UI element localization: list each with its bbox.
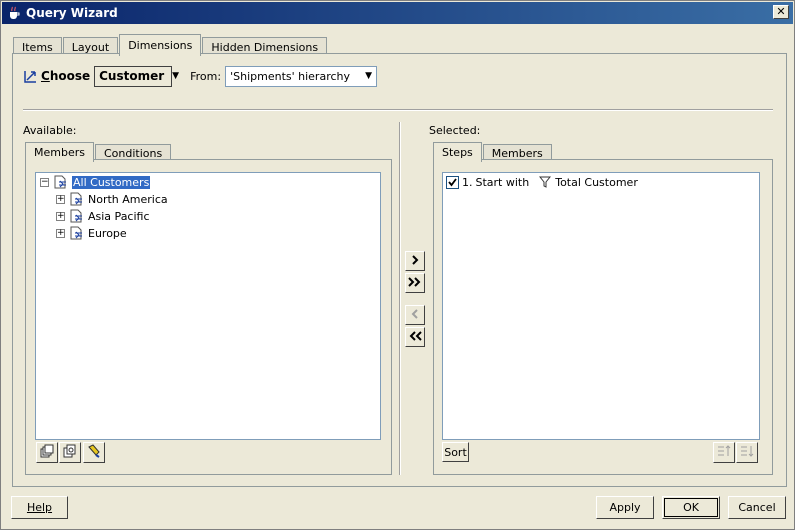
step-number: 1. — [462, 175, 473, 189]
step-row[interactable]: 1. Start with Total Customer — [446, 174, 638, 190]
hierarchy-member-icon — [69, 208, 85, 224]
choose-label-rest: hoose — [49, 69, 91, 83]
help-label: Help — [26, 501, 53, 514]
sort-up-icon — [717, 444, 731, 461]
choose-row: Choose Customer ▼ From: 'Shipments' hier… — [23, 65, 378, 87]
funnel-icon — [539, 176, 552, 188]
move-step-down-button[interactable] — [736, 442, 758, 463]
highlight-button[interactable] — [83, 442, 105, 463]
tab-label: Steps — [442, 146, 473, 159]
panel-divider — [399, 122, 401, 475]
tree-node-label: All Customers — [72, 175, 151, 189]
available-tabs: Members Conditions — [25, 141, 172, 162]
tab-label: Members — [34, 146, 85, 159]
expand-icon[interactable]: + — [56, 194, 65, 204]
hierarchy-member-icon — [69, 191, 85, 207]
move-all-left-button[interactable] — [405, 327, 425, 347]
separator — [23, 109, 773, 111]
copy-members-button[interactable] — [36, 442, 58, 463]
collapse-icon[interactable]: − — [40, 177, 49, 187]
sort-button[interactable]: Sort — [442, 442, 469, 462]
tab-label: Layout — [71, 40, 110, 54]
java-cup-icon — [6, 5, 22, 21]
dimension-dropdown[interactable]: Customer ▼ — [94, 65, 179, 87]
from-label: From: — [190, 69, 222, 83]
selected-label: Selected: — [429, 124, 481, 137]
expand-icon[interactable]: + — [56, 228, 65, 238]
steps-list[interactable]: 1. Start with Total Customer — [442, 172, 760, 440]
tab-dimensions[interactable]: Dimensions — [119, 34, 202, 56]
step-target: Total Customer — [555, 175, 638, 189]
tree-node-europe[interactable]: + Europe — [56, 225, 127, 241]
stacked-pages-icon — [40, 444, 54, 461]
find-pages-icon — [63, 444, 77, 461]
tab-members[interactable]: Members — [25, 142, 94, 162]
expand-icon[interactable]: + — [56, 211, 65, 221]
hierarchy-member-icon — [69, 225, 85, 241]
step-checkbox[interactable] — [446, 175, 459, 189]
chevron-left-icon — [410, 308, 420, 322]
move-left-button[interactable] — [405, 305, 425, 325]
main-tabs: Items Layout Dimensions Hidden Dimension… — [13, 33, 328, 56]
ok-button[interactable]: OK — [662, 496, 720, 519]
dimension-icon — [23, 68, 39, 84]
tree-node-label: Asia Pacific — [88, 209, 150, 223]
cancel-label: Cancel — [738, 501, 776, 514]
choose-label: Choose — [41, 69, 90, 83]
chevron-down-icon: ▼ — [172, 71, 180, 81]
dimension-value: Customer — [99, 69, 165, 83]
hierarchy-member-icon — [53, 174, 69, 190]
tab-steps[interactable]: Steps — [433, 142, 482, 162]
apply-button[interactable]: Apply — [596, 496, 654, 519]
tree-node-asia-pacific[interactable]: + Asia Pacific — [56, 208, 150, 224]
sort-label: Sort — [444, 445, 467, 459]
move-right-button[interactable] — [405, 251, 425, 271]
double-chevron-left-icon — [408, 330, 422, 344]
step-text: Start with — [475, 175, 530, 189]
find-members-button[interactable] — [59, 442, 81, 463]
tree-node-north-america[interactable]: + North America — [56, 191, 168, 207]
tree-node-label: North America — [88, 192, 168, 206]
tab-label: Items — [22, 40, 53, 54]
hierarchy-value: 'Shipments' hierarchy — [230, 69, 350, 83]
move-all-right-button[interactable] — [405, 273, 425, 293]
tab-label: Hidden Dimensions — [211, 40, 319, 54]
query-wizard-window: Query Wizard ✕ Items Layout Dimensions H… — [0, 0, 795, 530]
sort-down-icon — [740, 444, 754, 461]
apply-label: Apply — [609, 501, 641, 514]
title-bar: Query Wizard ✕ — [2, 2, 793, 24]
close-icon[interactable]: ✕ — [773, 5, 789, 19]
tree-node-all-customers[interactable]: − All Customers — [40, 174, 151, 190]
tab-label: Dimensions — [128, 39, 193, 52]
help-button[interactable]: Help — [11, 496, 68, 519]
window-title: Query Wizard — [26, 6, 118, 20]
hierarchy-dropdown[interactable]: 'Shipments' hierarchy ▼ — [225, 65, 378, 87]
flashlight-icon — [87, 444, 101, 461]
tree-node-label: Europe — [88, 226, 127, 240]
cancel-button[interactable]: Cancel — [728, 496, 786, 519]
choose-mnemonic: C — [41, 69, 50, 83]
chevron-right-icon — [410, 254, 420, 268]
members-tree[interactable]: − All Customers + North America + Asia P… — [35, 172, 381, 440]
chevron-down-icon: ▼ — [365, 71, 373, 81]
selected-tabs: Steps Members — [433, 141, 553, 162]
move-step-up-button[interactable] — [713, 442, 735, 463]
double-chevron-right-icon — [408, 276, 422, 290]
available-label: Available: — [23, 124, 77, 137]
ok-label: OK — [683, 501, 699, 514]
